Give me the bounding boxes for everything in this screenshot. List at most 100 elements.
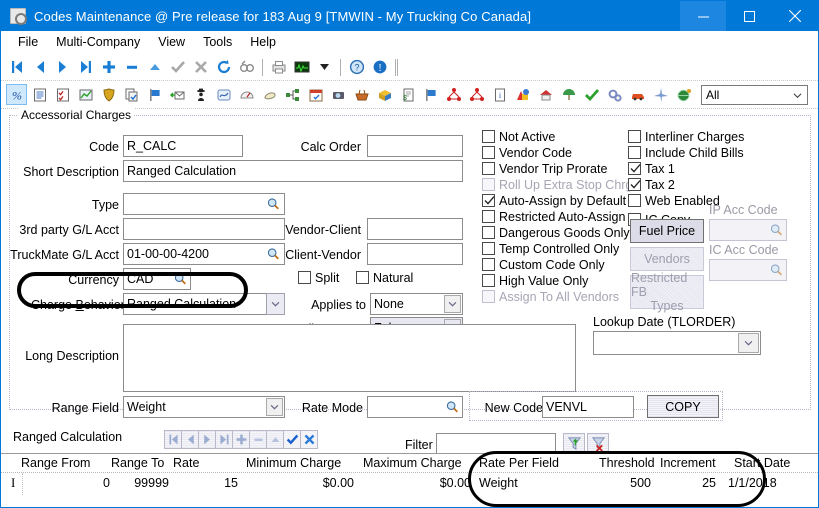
temp-controlled-only-checkbox[interactable] bbox=[482, 242, 495, 255]
driver-icon[interactable] bbox=[190, 84, 211, 105]
search-icon[interactable] bbox=[236, 57, 257, 78]
network-icon[interactable] bbox=[282, 84, 303, 105]
globe-icon[interactable] bbox=[673, 84, 694, 105]
column-threshold[interactable]: Threshold bbox=[599, 456, 655, 470]
menu-view[interactable]: View bbox=[149, 33, 194, 51]
table-row[interactable]: I 0 99999 15 $0.00 $0.00 Weight 500 25 1… bbox=[1, 473, 818, 495]
grid-post-icon[interactable] bbox=[283, 430, 301, 449]
split-checkbox[interactable] bbox=[298, 271, 311, 284]
vendor-trip-prorate-checkbox[interactable] bbox=[482, 162, 495, 175]
copy-check-icon[interactable] bbox=[121, 84, 142, 105]
long-description-field[interactable] bbox=[123, 324, 576, 392]
rate-mode-lookup-icon[interactable] bbox=[445, 400, 460, 414]
gears-icon[interactable] bbox=[604, 84, 625, 105]
third-party-gl-field[interactable] bbox=[123, 218, 285, 240]
grid-delete-icon[interactable] bbox=[249, 430, 267, 449]
chart-icon[interactable] bbox=[75, 84, 96, 105]
column-maximum-charge[interactable]: Maximum Charge bbox=[363, 456, 462, 470]
grid-last-icon[interactable] bbox=[215, 430, 233, 449]
last-record-icon[interactable] bbox=[75, 57, 96, 78]
tax-1-checkbox[interactable] bbox=[628, 162, 641, 175]
grid-first-icon[interactable] bbox=[164, 430, 182, 449]
grid-next-icon[interactable] bbox=[198, 430, 216, 449]
cancel-record-icon[interactable] bbox=[190, 57, 211, 78]
column-minimum-charge[interactable]: Minimum Charge bbox=[246, 456, 341, 470]
cell-rate[interactable]: 15 bbox=[173, 476, 238, 490]
fuel-icon[interactable] bbox=[259, 84, 280, 105]
charge-behavior-combo[interactable]: Ranged Calculation bbox=[123, 293, 283, 315]
range-field-dropdown-button[interactable] bbox=[266, 398, 283, 416]
fuel-price-button[interactable]: Fuel Price bbox=[630, 219, 704, 243]
previous-record-icon[interactable] bbox=[29, 57, 50, 78]
module-filter-combo[interactable]: All bbox=[701, 85, 808, 105]
menu-help[interactable]: Help bbox=[241, 33, 285, 51]
range-field-combo[interactable]: Weight bbox=[123, 396, 285, 418]
monitor-icon[interactable] bbox=[291, 57, 312, 78]
post-record-icon[interactable] bbox=[167, 57, 188, 78]
filter-input[interactable] bbox=[436, 433, 556, 454]
grid-cancel-icon[interactable] bbox=[300, 430, 318, 449]
interliner-charges-checkbox[interactable] bbox=[628, 130, 641, 143]
shapes-icon[interactable] bbox=[512, 84, 533, 105]
type-lookup-icon[interactable] bbox=[266, 197, 281, 211]
tax-2-checkbox[interactable] bbox=[628, 178, 641, 191]
type-input[interactable] bbox=[123, 193, 285, 215]
column-rate-per-field[interactable]: Rate Per Field bbox=[479, 456, 559, 470]
restricted-auto-assign-checkbox[interactable] bbox=[482, 210, 495, 223]
gauge-icon[interactable] bbox=[236, 84, 257, 105]
dangerous-goods-only-checkbox[interactable] bbox=[482, 226, 495, 239]
dropdown-arrow-icon[interactable] bbox=[314, 57, 335, 78]
umbrella-icon[interactable] bbox=[558, 84, 579, 105]
refresh-icon[interactable] bbox=[213, 57, 234, 78]
accessorial-charges-icon[interactable]: % bbox=[6, 84, 27, 105]
new-code-field[interactable]: VENVL bbox=[542, 396, 634, 418]
cell-increment[interactable]: 25 bbox=[656, 476, 716, 490]
high-value-only-checkbox[interactable] bbox=[482, 274, 495, 287]
menu-file[interactable]: File bbox=[9, 33, 47, 51]
flag-icon[interactable] bbox=[144, 84, 165, 105]
lookup-date-dropdown-button[interactable] bbox=[738, 333, 759, 353]
cell-range-to[interactable]: 99999 bbox=[111, 476, 169, 490]
flag2-icon[interactable] bbox=[420, 84, 441, 105]
charge-behavior-dropdown-button[interactable] bbox=[266, 293, 285, 315]
minimize-button[interactable] bbox=[680, 1, 726, 31]
maximize-button[interactable] bbox=[726, 1, 772, 31]
cell-threshold[interactable]: 500 bbox=[591, 476, 651, 490]
mail-out-icon[interactable] bbox=[167, 84, 188, 105]
auto-assign-by-default-checkbox[interactable] bbox=[482, 194, 495, 207]
cell-maximum-charge[interactable]: $0.00 bbox=[363, 476, 471, 490]
about-icon[interactable]: ! bbox=[369, 57, 390, 78]
code-field[interactable]: R_CALC bbox=[123, 135, 243, 157]
client-vendor-field[interactable] bbox=[367, 243, 463, 265]
filter-clear-icon[interactable] bbox=[587, 433, 609, 454]
truckmate-gl-field[interactable]: 01-00-00-4200 bbox=[123, 243, 285, 265]
next-record-icon[interactable] bbox=[52, 57, 73, 78]
custom-code-only-checkbox[interactable] bbox=[482, 258, 495, 271]
applies-to-combo[interactable]: None bbox=[370, 293, 463, 315]
column-range-from[interactable]: Range From bbox=[21, 456, 90, 470]
document-list-icon[interactable] bbox=[29, 84, 50, 105]
shield-icon[interactable] bbox=[98, 84, 119, 105]
cell-start-date[interactable]: 1/1/2018 bbox=[728, 476, 777, 490]
applies-to-dropdown-button[interactable] bbox=[444, 295, 461, 313]
menu-tools[interactable]: Tools bbox=[194, 33, 241, 51]
cell-rate-per-field[interactable]: Weight bbox=[479, 476, 518, 490]
currency-lookup-icon[interactable] bbox=[173, 272, 188, 286]
basket-icon[interactable] bbox=[351, 84, 372, 105]
column-increment[interactable]: Increment bbox=[660, 456, 716, 470]
checklist-icon[interactable] bbox=[52, 84, 73, 105]
info-doc-icon[interactable]: i bbox=[489, 84, 510, 105]
car-icon[interactable] bbox=[627, 84, 648, 105]
menu-multi-company[interactable]: Multi-Company bbox=[47, 33, 149, 51]
add-record-icon[interactable] bbox=[98, 57, 119, 78]
natural-checkbox[interactable] bbox=[356, 271, 369, 284]
web-enabled-checkbox[interactable] bbox=[628, 194, 641, 207]
filter-apply-icon[interactable] bbox=[563, 433, 585, 454]
print-icon[interactable] bbox=[268, 57, 289, 78]
cell-minimum-charge[interactable]: $0.00 bbox=[246, 476, 354, 490]
calendar-icon[interactable] bbox=[305, 84, 326, 105]
grid-insert-icon[interactable] bbox=[232, 430, 250, 449]
grid-edit-icon[interactable] bbox=[266, 430, 284, 449]
column-range-to[interactable]: Range To bbox=[111, 456, 164, 470]
copy-button[interactable]: COPY bbox=[647, 395, 719, 418]
